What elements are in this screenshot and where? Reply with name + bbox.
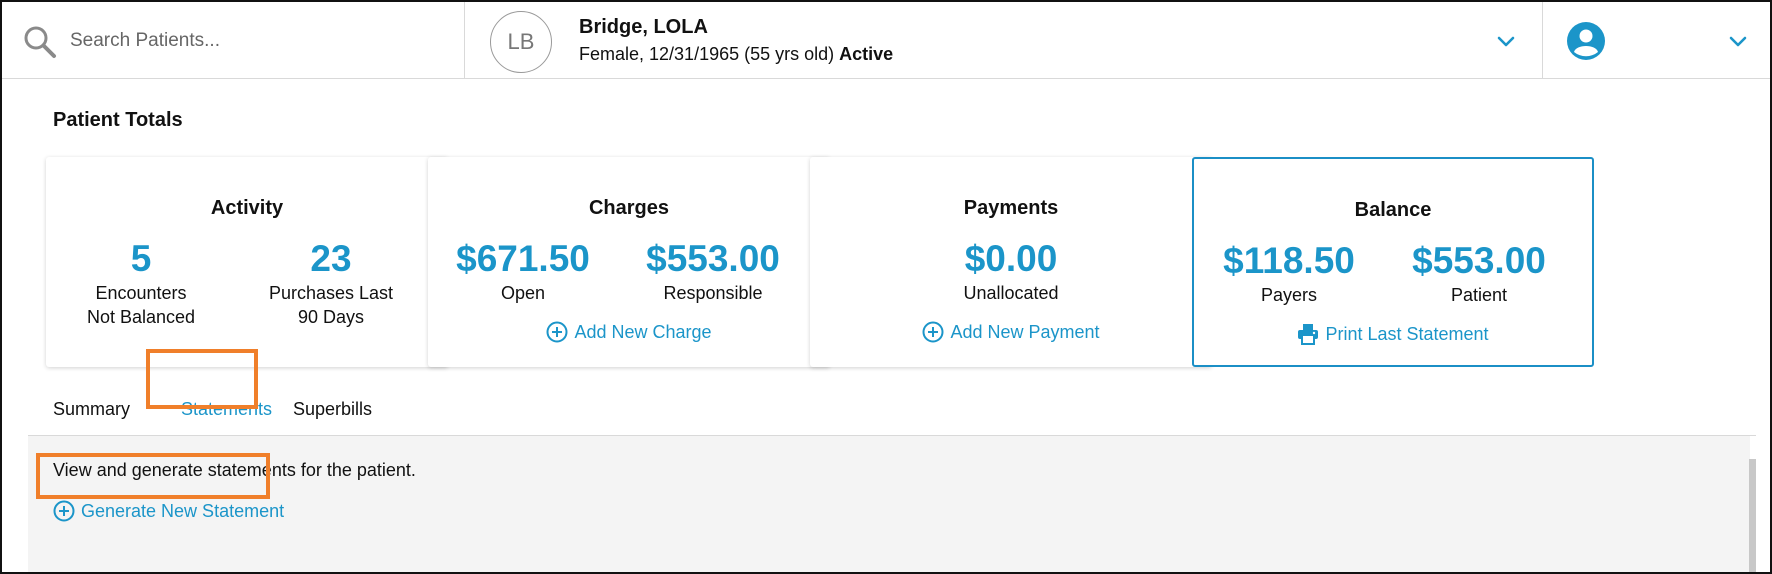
patient-demographics: Female, 12/31/1965 (55 yrs old): [579, 44, 840, 64]
top-header: Search Patients... LB Bridge, LOLA Femal…: [2, 2, 1770, 79]
main-content: Patient Totals Activity 5 Encounters Not…: [28, 79, 1756, 572]
card-title: Charges: [588, 197, 670, 219]
action-label: Add New Charge: [574, 321, 712, 342]
statements-panel: View and generate statements for the pat…: [28, 436, 1756, 572]
charges-card: Charges $671.50 Open $553.00 Responsible…: [428, 157, 830, 367]
stat-label: 90 Days: [297, 307, 365, 327]
patient-name: Bridge, LOLA: [579, 16, 708, 38]
tab-bar: Summary Statements Superbills: [28, 385, 1756, 436]
tab-summary[interactable]: Summary: [53, 399, 130, 420]
card-title: Balance: [1354, 199, 1432, 221]
action-label: Print Last Statement: [1325, 323, 1489, 344]
patient-balance-stat: $553.00 Patient: [1384, 239, 1574, 307]
stat-value: 5: [130, 238, 152, 279]
stat-value: $671.50: [456, 238, 590, 279]
responsible-charges-stat: $553.00 Responsible: [618, 237, 808, 305]
stat-value: $553.00: [1412, 240, 1546, 281]
user-avatar-icon: [1567, 22, 1605, 60]
chevron-down-icon[interactable]: [1496, 31, 1516, 51]
plus-circle-icon: [922, 321, 944, 343]
stat-label: Payers: [1260, 285, 1318, 305]
payers-balance-stat: $118.50 Payers: [1194, 239, 1384, 307]
stat-label: Unallocated: [963, 283, 1059, 303]
patient-info: Female, 12/31/1965 (55 yrs old) Active: [579, 44, 893, 65]
purchases-stat: 23 Purchases Last 90 Days: [236, 237, 426, 329]
payments-card: Payments $0.00 Unallocated Add New Payme…: [810, 157, 1212, 367]
patient-status: Active: [839, 44, 894, 64]
search-icon: [24, 26, 56, 58]
generate-statement-highlight: [36, 453, 270, 499]
stat-label: Encounters: [95, 283, 187, 303]
stat-value: 23: [310, 238, 352, 279]
printer-icon: [1298, 324, 1319, 346]
left-gutter: [2, 79, 28, 572]
print-last-statement-link[interactable]: Print Last Statement: [1194, 323, 1592, 346]
patient-avatar: LB: [490, 11, 552, 73]
stat-label: Purchases Last: [268, 283, 394, 303]
add-new-payment-link[interactable]: Add New Payment: [810, 321, 1212, 343]
stat-label: Responsible: [663, 283, 763, 303]
card-title: Activity: [210, 197, 284, 219]
stat-label: Patient: [1450, 285, 1508, 305]
balance-card[interactable]: Balance $118.50 Payers $553.00 Patient P…: [1192, 157, 1594, 367]
card-title: Payments: [963, 197, 1059, 219]
patient-search[interactable]: Search Patients...: [2, 2, 465, 78]
generate-label: Generate New Statement: [81, 500, 285, 521]
search-input[interactable]: Search Patients...: [70, 30, 220, 52]
user-menu[interactable]: [1542, 2, 1770, 78]
statements-tab-highlight: [146, 349, 258, 409]
patient-header: LB Bridge, LOLA Female, 12/31/1965 (55 y…: [464, 2, 1543, 78]
generate-new-statement-link[interactable]: Generate New Statement: [53, 500, 284, 522]
tab-superbills[interactable]: Superbills: [293, 399, 372, 420]
add-new-charge-link[interactable]: Add New Charge: [428, 321, 830, 343]
stat-label: Not Balanced: [86, 307, 196, 327]
encounters-stat: 5 Encounters Not Balanced: [46, 237, 236, 329]
scrollbar-thumb[interactable]: [1749, 459, 1756, 572]
chevron-down-icon[interactable]: [1728, 31, 1748, 51]
activity-card: Activity 5 Encounters Not Balanced 23 Pu…: [46, 157, 448, 367]
stat-value: $553.00: [646, 238, 780, 279]
action-label: Add New Payment: [950, 321, 1100, 342]
open-charges-stat: $671.50 Open: [428, 237, 618, 305]
plus-circle-icon: [53, 500, 75, 522]
plus-circle-icon: [546, 321, 568, 343]
stat-value: $0.00: [964, 238, 1058, 279]
section-title: Patient Totals: [53, 109, 183, 131]
unallocated-stat: $0.00 Unallocated: [916, 237, 1106, 305]
stat-value: $118.50: [1223, 240, 1355, 281]
app-window: Search Patients... LB Bridge, LOLA Femal…: [0, 0, 1772, 574]
stat-label: Open: [500, 283, 546, 303]
